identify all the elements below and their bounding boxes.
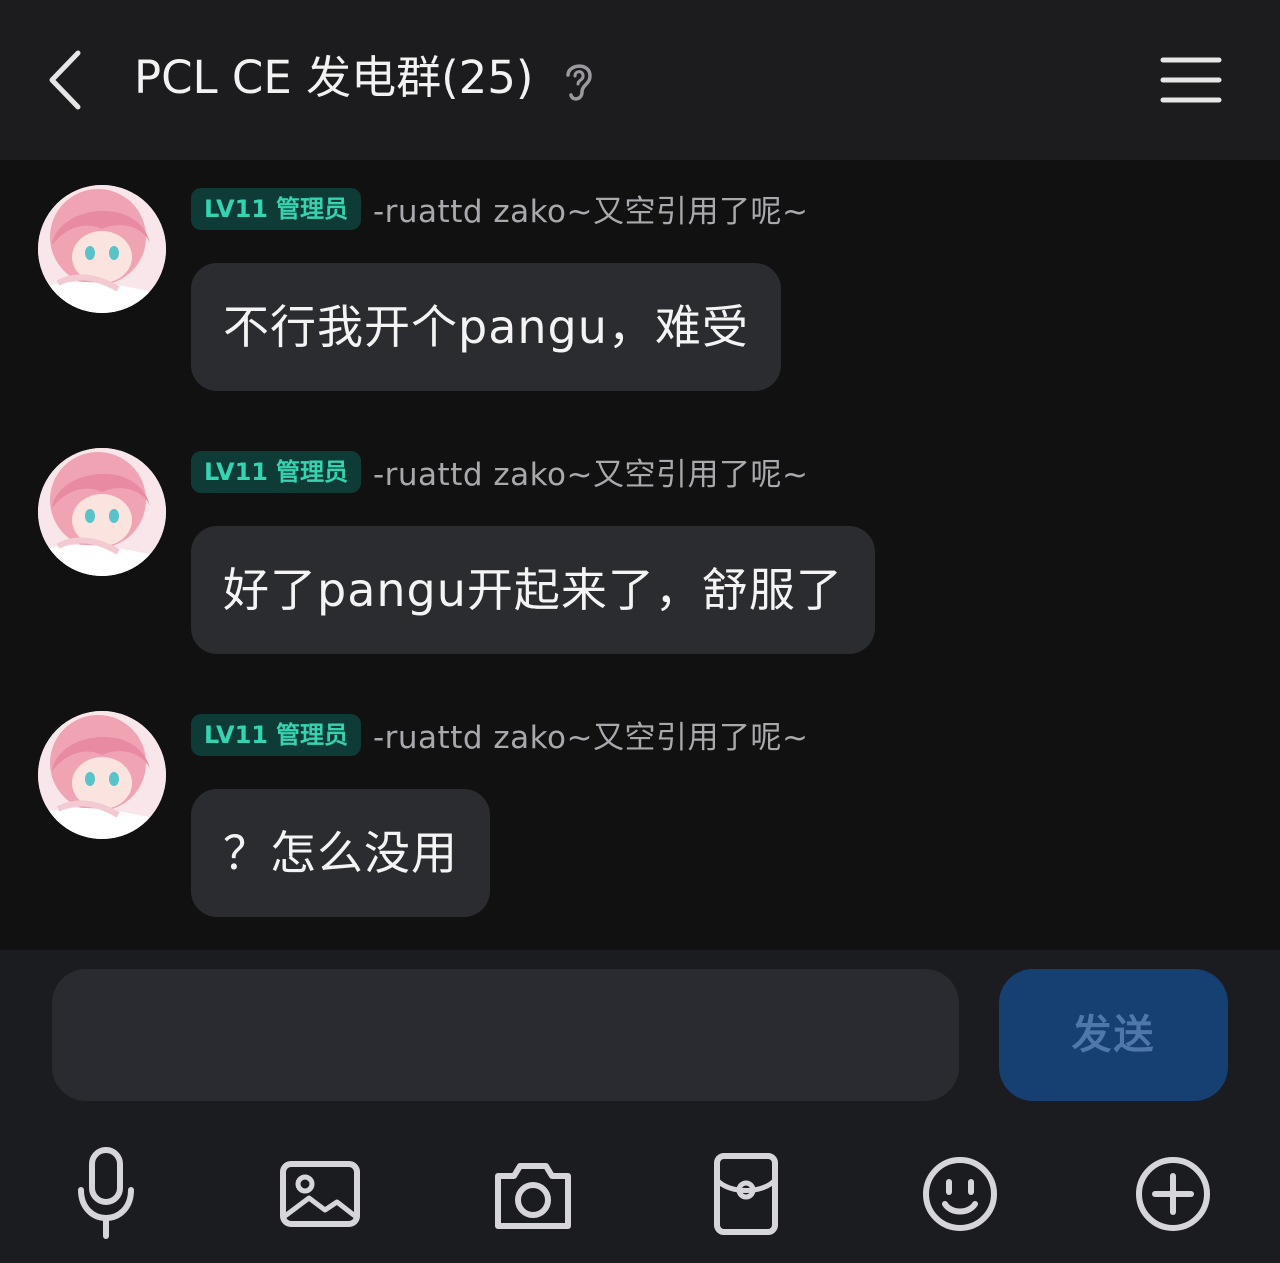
- group-title[interactable]: PCL CE 发电群(25): [134, 50, 533, 106]
- avatar[interactable]: [38, 711, 166, 839]
- role-label: 管理员: [275, 457, 348, 486]
- image-icon[interactable]: [275, 1142, 365, 1242]
- camera-icon[interactable]: [488, 1142, 578, 1242]
- chevron-left-icon: [49, 50, 81, 110]
- message-meta: LV11 管理员 -ruattd zako~又空引用了呢~: [191, 186, 808, 230]
- message-meta: LV11 管理员 -ruattd zako~又空引用了呢~: [191, 449, 808, 493]
- back-button[interactable]: [40, 45, 90, 115]
- level-label: LV11: [204, 457, 268, 486]
- avatar[interactable]: [38, 185, 166, 313]
- red-packet-icon[interactable]: [701, 1142, 791, 1242]
- plus-icon[interactable]: [1128, 1142, 1218, 1242]
- message-bubble[interactable]: 好了pangu开起来了，舒服了: [191, 526, 875, 654]
- sender-name[interactable]: -ruattd zako~又空引用了呢~: [373, 449, 808, 494]
- avatar[interactable]: [38, 448, 166, 576]
- message-bubble[interactable]: ？怎么没用: [191, 789, 490, 917]
- role-badge: LV11 管理员: [191, 450, 361, 493]
- chat-header: PCL CE 发电群(25): [0, 0, 1280, 160]
- ear-icon[interactable]: [560, 57, 598, 105]
- message-bubble[interactable]: 不行我开个pangu，难受: [191, 263, 781, 391]
- sender-name[interactable]: -ruattd zako~又空引用了呢~: [373, 186, 808, 231]
- role-badge: LV11 管理员: [191, 713, 361, 756]
- send-button[interactable]: 发送: [999, 969, 1228, 1101]
- level-label: LV11: [204, 194, 268, 223]
- emoji-icon[interactable]: [915, 1142, 1005, 1242]
- sender-name[interactable]: -ruattd zako~又空引用了呢~: [373, 712, 808, 757]
- menu-button[interactable]: [1158, 52, 1224, 108]
- level-label: LV11: [204, 720, 268, 749]
- composer-bar: 发送: [0, 950, 1280, 1122]
- microphone-icon[interactable]: [61, 1142, 151, 1242]
- message-input[interactable]: [52, 969, 959, 1101]
- role-badge: LV11 管理员: [191, 187, 361, 230]
- composer-toolbar: [0, 1122, 1280, 1263]
- message-list[interactable]: LV11 管理员 -ruattd zako~又空引用了呢~ 不行我开个pangu，难…: [0, 160, 1280, 950]
- role-label: 管理员: [275, 194, 348, 223]
- message-meta: LV11 管理员 -ruattd zako~又空引用了呢~: [191, 712, 808, 756]
- role-label: 管理员: [275, 720, 348, 749]
- hamburger-menu-icon: [1160, 57, 1222, 103]
